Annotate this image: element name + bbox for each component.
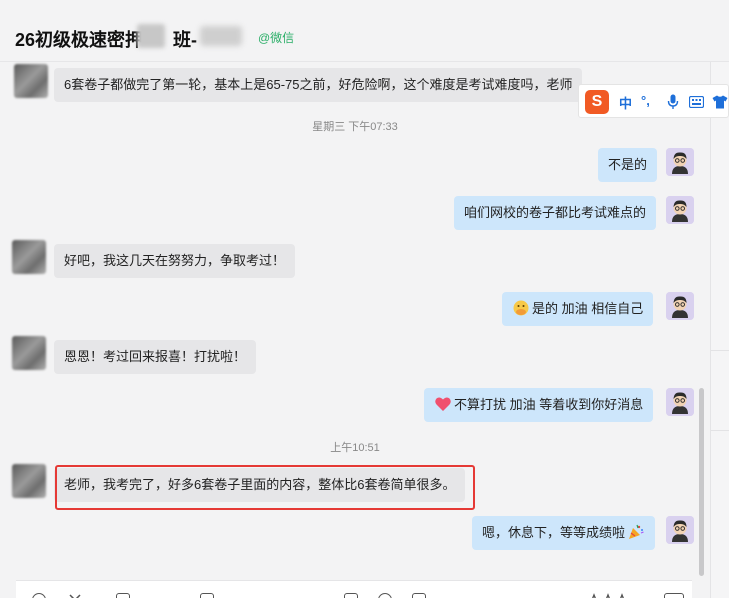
teacher-avatar-icon (666, 292, 694, 320)
redacted-blur (137, 24, 165, 48)
avatar[interactable] (666, 196, 694, 224)
history-icon[interactable] (344, 593, 358, 598)
message-text: 不算打扰 加油 等着收到你好消息 (454, 397, 644, 412)
scrollbar-thumb[interactable] (699, 388, 704, 576)
mic-icon[interactable] (667, 94, 679, 110)
chat-title: 26初级极速密押 班- (15, 26, 197, 52)
message-bubble-left[interactable]: 6套卷子都做完了第一轮，基本上是65-75之前，好危险啊，这个难度是考试难度吗，… (54, 68, 583, 102)
teacher-avatar-icon (666, 148, 694, 176)
avatar[interactable] (12, 336, 46, 370)
folder-icon[interactable] (116, 593, 130, 598)
ime-toolbar[interactable]: S 中 °, (578, 84, 729, 118)
chat-title-text: 26初级极速密押 (15, 30, 144, 50)
message-bubble-right[interactable]: 不是的 (598, 148, 658, 182)
composer-toolbar (16, 580, 692, 598)
message-bubble-left[interactable]: 好吧，我这几天在努努力，争取考过！ (54, 244, 296, 278)
chat-title-suffix: 班- (173, 30, 198, 50)
teacher-avatar-icon (666, 196, 694, 224)
avatar[interactable] (666, 292, 694, 320)
teacher-avatar-icon (666, 516, 694, 544)
video-call-icon[interactable] (412, 593, 426, 598)
message-bubble-left[interactable]: 恩恩！考过回来报喜！打扰啦！ (54, 340, 257, 374)
message-text: 嗯，休息下，等等成绩啦 (482, 525, 626, 540)
screenshot-icon[interactable] (200, 593, 214, 598)
expand-icon[interactable] (664, 593, 684, 598)
face-with-hand-icon (513, 300, 529, 316)
timestamp: 上午10:51 (330, 442, 380, 454)
message-bubble-right[interactable]: 不算打扰 加油 等着收到你好消息 (424, 388, 654, 422)
shirt-icon[interactable] (712, 95, 728, 109)
scissors-icon[interactable] (68, 593, 82, 598)
sogou-logo-icon[interactable]: S (585, 90, 609, 114)
chat-header: 26初级极速密押 班- @微信 (0, 0, 729, 62)
chat-window: 26初级极速密押 班- @微信 6套卷子都做完了第一轮，基本上是65-75之前，好… (0, 0, 729, 598)
highlight-box (55, 465, 475, 510)
avatar[interactable] (666, 148, 694, 176)
keyboard-icon[interactable] (689, 96, 704, 108)
avatar[interactable] (14, 64, 48, 98)
message-text: 是的 加油 相信自己 (532, 301, 644, 316)
heart-icon (435, 397, 451, 411)
voice-call-icon[interactable] (378, 593, 392, 598)
redacted-blur (200, 26, 242, 46)
avatar[interactable] (666, 516, 694, 544)
party-popper-icon (629, 524, 644, 539)
message-bubble-right[interactable]: 咱们网校的卷子都比考试难点的 (454, 196, 657, 230)
message-bubble-right[interactable]: 是的 加油 相信自己 (502, 292, 654, 326)
avatar[interactable] (12, 464, 46, 498)
side-panel (710, 62, 729, 598)
ime-punctuation-mode[interactable]: °, (641, 93, 650, 108)
avatar[interactable] (12, 240, 46, 274)
divider (711, 430, 729, 431)
divider (711, 350, 729, 351)
message-list[interactable]: 6套卷子都做完了第一轮，基本上是65-75之前，好危险啊，这个难度是考试难度吗，… (0, 62, 710, 580)
avatar[interactable] (666, 388, 694, 416)
emoji-icon[interactable] (32, 593, 46, 598)
teacher-avatar-icon (666, 388, 694, 416)
wechat-source-label: @微信 (258, 31, 295, 45)
ime-chinese-mode[interactable]: 中 (619, 93, 632, 112)
more-icon[interactable] (588, 593, 624, 598)
timestamp: 星期三 下午07:33 (312, 121, 398, 133)
message-bubble-right[interactable]: 嗯，休息下，等等成绩啦 (472, 516, 656, 550)
